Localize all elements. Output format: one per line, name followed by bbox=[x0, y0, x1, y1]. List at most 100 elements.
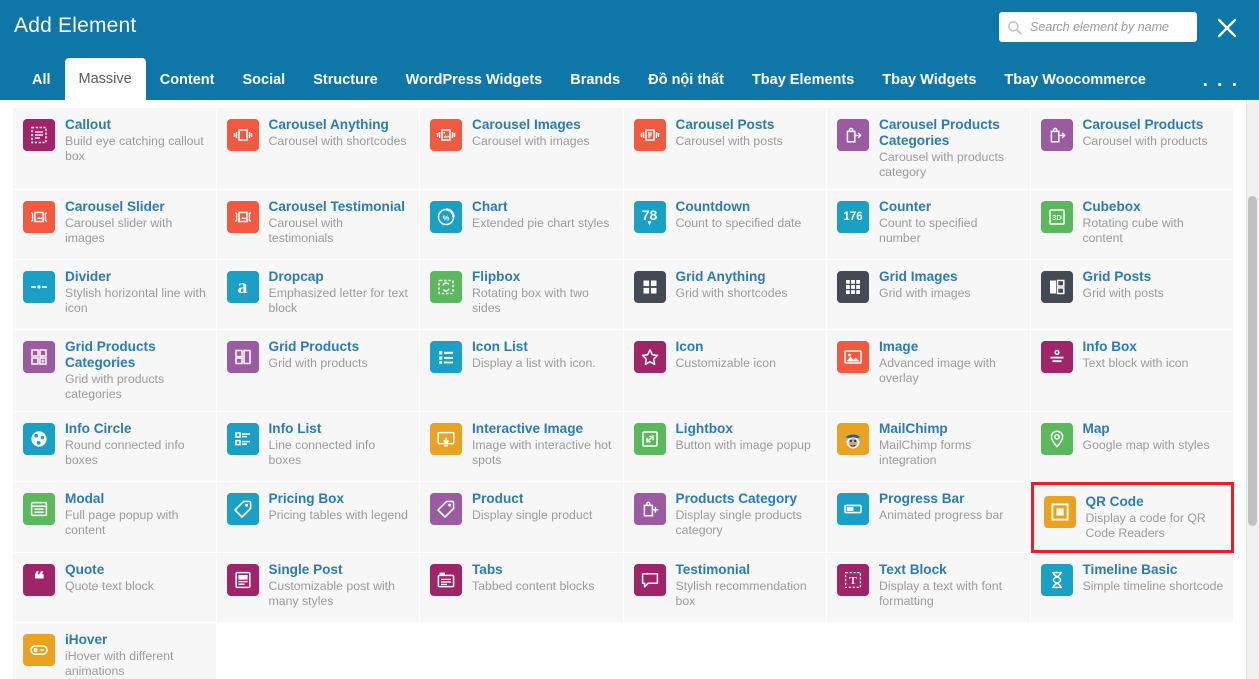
element-card-carousel-images[interactable]: Carousel ImagesCarousel with images bbox=[420, 108, 624, 190]
tab-massive[interactable]: Massive bbox=[65, 58, 146, 100]
element-card-info-box[interactable]: Info BoxText block with icon bbox=[1031, 330, 1235, 412]
tab-social[interactable]: Social bbox=[228, 60, 299, 100]
element-card-text: Icon ListDisplay a list with icon. bbox=[472, 339, 615, 371]
element-card-title: Interactive Image bbox=[472, 421, 615, 437]
carousel-products-categories-icon bbox=[837, 119, 869, 151]
element-card-text: LightboxButton with image popup bbox=[676, 421, 819, 453]
search-box[interactable] bbox=[999, 12, 1197, 42]
element-card-qr-code[interactable]: QR CodeDisplay a code for QR Code Reader… bbox=[1031, 482, 1235, 553]
products-category-icon bbox=[634, 493, 666, 525]
tab-wordpress-widgets[interactable]: WordPress Widgets bbox=[392, 60, 557, 100]
element-card-timeline-basic[interactable]: Timeline BasicSimple timeline shortcode bbox=[1031, 553, 1235, 623]
element-card-flipbox[interactable]: FlipboxRotating box with two sides bbox=[420, 260, 624, 330]
element-card-divider[interactable]: DividerStylish horizontal line with icon bbox=[13, 260, 217, 330]
element-card-title: Testimonial bbox=[676, 562, 819, 578]
tab-tbay-elements[interactable]: Tbay Elements bbox=[738, 60, 868, 100]
element-card-text-block[interactable]: TText BlockDisplay a text with font form… bbox=[827, 553, 1031, 623]
info-circle-icon bbox=[23, 423, 55, 455]
element-card-description: Button with image popup bbox=[676, 438, 819, 453]
element-card-testimonial[interactable]: TestimonialStylish recommendation box bbox=[624, 553, 828, 623]
grid-products-categories-icon bbox=[23, 341, 55, 373]
element-card-grid-anything[interactable]: Grid AnythingGrid with shortcodes bbox=[624, 260, 828, 330]
element-card-info-circle[interactable]: Info CircleRound connected info boxes bbox=[13, 412, 217, 482]
element-card-grid-products[interactable]: Grid ProductsGrid with products bbox=[217, 330, 421, 412]
element-card-icon[interactable]: IconCustomizable icon bbox=[624, 330, 828, 412]
element-card-product[interactable]: ProductDisplay single product bbox=[420, 482, 624, 553]
icon-icon bbox=[634, 341, 666, 373]
search-input[interactable] bbox=[1028, 19, 1189, 35]
element-card-carousel-products-categories[interactable]: Carousel Products CategoriesCarousel wit… bbox=[827, 108, 1031, 190]
tab-label: All bbox=[32, 72, 51, 88]
element-card-products-category[interactable]: Products CategoryDisplay single products… bbox=[624, 482, 828, 553]
element-card-carousel-anything[interactable]: Carousel AnythingCarousel with shortcode… bbox=[217, 108, 421, 190]
element-card-pricing-box[interactable]: Pricing BoxPricing tables with legend bbox=[217, 482, 421, 553]
element-card-title: MailChimp bbox=[879, 421, 1022, 437]
element-card-interactive-image[interactable]: Interactive ImageImage with interactive … bbox=[420, 412, 624, 482]
tab-content[interactable]: Content bbox=[146, 60, 229, 100]
element-card-single-post[interactable]: Single PostCustomizable post with many s… bbox=[217, 553, 421, 623]
tab-label: Massive bbox=[79, 71, 132, 87]
element-card-lightbox[interactable]: LightboxButton with image popup bbox=[624, 412, 828, 482]
scrollbar-track[interactable] bbox=[1246, 100, 1259, 679]
element-card-carousel-products[interactable]: Carousel ProductsCarousel with products bbox=[1031, 108, 1235, 190]
tab-n-i-th-t[interactable]: Đồ nội thất bbox=[634, 60, 738, 100]
element-card-tabs[interactable]: TabsTabbed content blocks bbox=[420, 553, 624, 623]
element-card-text: CubeboxRotating cube with content bbox=[1083, 199, 1226, 246]
element-card-mailchimp[interactable]: MailChimpMailChimp forms integration bbox=[827, 412, 1031, 482]
element-card-title: Flipbox bbox=[472, 269, 615, 285]
element-card-cubebox[interactable]: 3DCubeboxRotating cube with content bbox=[1031, 190, 1235, 260]
element-card-text: QuoteQuote text block bbox=[65, 562, 208, 594]
tab-label: Content bbox=[160, 72, 215, 88]
more-tabs-button[interactable]: . . . bbox=[1193, 66, 1259, 100]
element-card-text: Carousel ImagesCarousel with images bbox=[472, 117, 615, 149]
tab-tbay-widgets[interactable]: Tbay Widgets bbox=[868, 60, 990, 100]
callout-icon bbox=[23, 119, 55, 151]
element-card-ihover[interactable]: iHoveriHover with different animations bbox=[13, 623, 217, 679]
tab-structure[interactable]: Structure bbox=[299, 60, 391, 100]
element-card-progress-bar[interactable]: Progress BarAnimated progress bar bbox=[827, 482, 1031, 553]
info-box-icon bbox=[1041, 341, 1073, 373]
carousel-slider-icon bbox=[23, 201, 55, 233]
grid-products-icon bbox=[227, 341, 259, 373]
element-card-carousel-slider[interactable]: Carousel SliderCarousel slider with imag… bbox=[13, 190, 217, 260]
element-card-description: Extended pie chart styles bbox=[472, 216, 615, 231]
element-card-dropcap[interactable]: aDropcapEmphasized letter for text block bbox=[217, 260, 421, 330]
element-card-carousel-posts[interactable]: Carousel PostsCarousel with posts bbox=[624, 108, 828, 190]
element-card-title: Single Post bbox=[269, 562, 412, 578]
element-card-map[interactable]: MapGoogle map with styles bbox=[1031, 412, 1235, 482]
element-card-text: Progress BarAnimated progress bar bbox=[879, 491, 1022, 523]
element-card-grid-images[interactable]: Grid ImagesGrid with images bbox=[827, 260, 1031, 330]
element-card-text: Grid ImagesGrid with images bbox=[879, 269, 1022, 301]
element-card-grid-products-categories[interactable]: Grid Products CategoriesGrid with produc… bbox=[13, 330, 217, 412]
element-card-description: Customizable post with many styles bbox=[269, 579, 412, 609]
element-card-text: DividerStylish horizontal line with icon bbox=[65, 269, 208, 316]
close-button[interactable] bbox=[1213, 14, 1241, 42]
element-card-text: Timeline BasicSimple timeline shortcode bbox=[1083, 562, 1226, 594]
element-card-info-list[interactable]: Info ListLine connected info boxes bbox=[217, 412, 421, 482]
element-card-modal[interactable]: ModalFull page popup with content bbox=[13, 482, 217, 553]
element-card-image[interactable]: ImageAdvanced image with overlay bbox=[827, 330, 1031, 412]
scrollbar-thumb[interactable] bbox=[1248, 196, 1257, 526]
tab-label: Tbay Elements bbox=[752, 72, 854, 88]
element-card-carousel-testimonial[interactable]: Carousel TestimonialCarousel with testim… bbox=[217, 190, 421, 260]
element-card-text: Single PostCustomizable post with many s… bbox=[269, 562, 412, 609]
element-card-description: Grid with products categories bbox=[65, 372, 208, 402]
element-card-text: Grid PostsGrid with posts bbox=[1083, 269, 1226, 301]
element-card-grid-posts[interactable]: Grid PostsGrid with posts bbox=[1031, 260, 1235, 330]
elements-grid: CalloutBuild eye catching callout boxCar… bbox=[0, 100, 1244, 679]
element-card-quote[interactable]: ❝QuoteQuote text block bbox=[13, 553, 217, 623]
element-card-countdown[interactable]: 78▾CountdownCount to specified date bbox=[624, 190, 828, 260]
grid-anything-icon bbox=[634, 271, 666, 303]
element-card-callout[interactable]: CalloutBuild eye catching callout box bbox=[13, 108, 217, 190]
element-card-text: iHoveriHover with different animations bbox=[65, 632, 208, 679]
element-card-description: Display a list with icon. bbox=[472, 356, 615, 371]
tab-tbay-woocommerce[interactable]: Tbay Woocommerce bbox=[990, 60, 1160, 100]
tab-brands[interactable]: Brands bbox=[556, 60, 634, 100]
tab-all[interactable]: All bbox=[18, 60, 65, 100]
element-card-description: Simple timeline shortcode bbox=[1083, 579, 1226, 594]
element-card-counter[interactable]: 176CounterCount to specified number bbox=[827, 190, 1031, 260]
element-card-description: Animated progress bar bbox=[879, 508, 1022, 523]
element-card-chart[interactable]: %ChartExtended pie chart styles bbox=[420, 190, 624, 260]
counter-icon: 176 bbox=[837, 201, 869, 233]
element-card-icon-list[interactable]: Icon ListDisplay a list with icon. bbox=[420, 330, 624, 412]
